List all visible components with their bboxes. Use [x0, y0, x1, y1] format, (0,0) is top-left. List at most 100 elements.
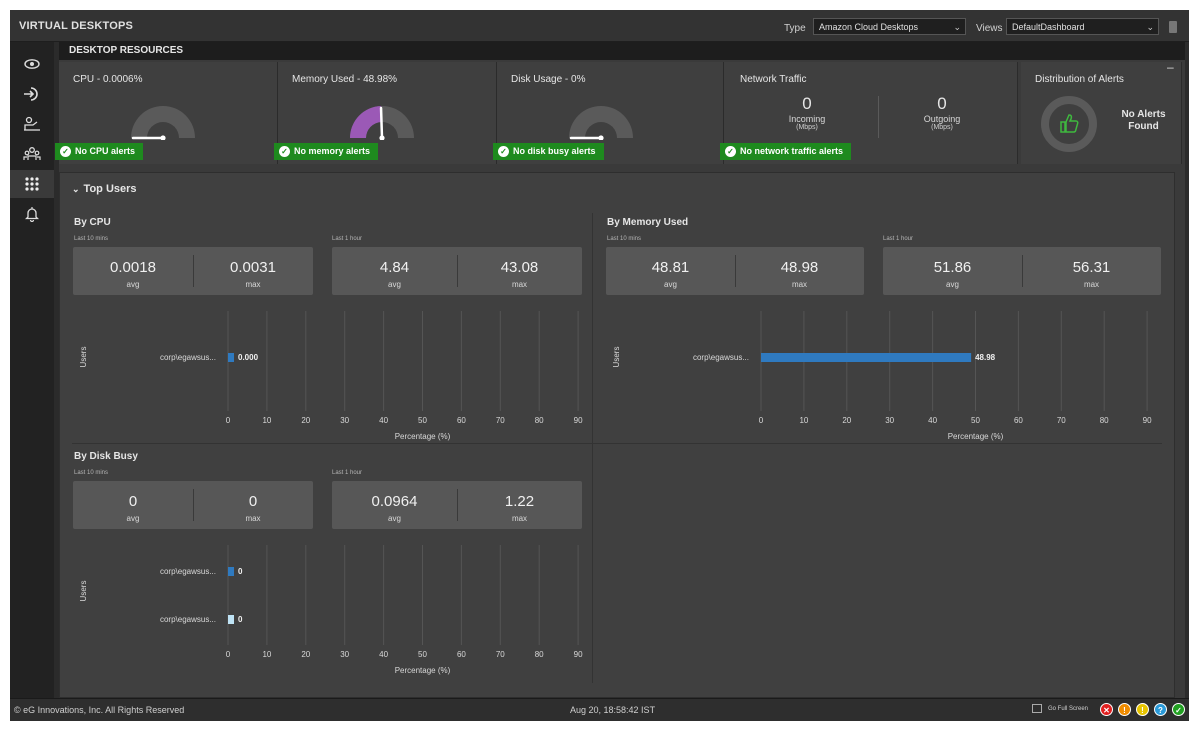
memory-max1: 48.98 [780, 259, 819, 276]
outgoing-unit: (Mbps) [931, 124, 953, 131]
memory-avg1: 48.81 [651, 259, 690, 276]
avg-label: avg [664, 280, 677, 289]
cpu-gauge [131, 106, 195, 140]
no-alerts-message: No Alerts Found [1111, 109, 1176, 133]
column-divider [592, 213, 593, 683]
by-cpu-title: By CPU [74, 217, 111, 228]
minor-icon[interactable]: ! [1136, 703, 1149, 716]
bell-icon [25, 207, 39, 222]
x-tick-label: 90 [1143, 416, 1152, 425]
fullscreen-label[interactable]: Go Full Screen [1048, 706, 1088, 712]
category-label: corp\egawsus... [693, 353, 749, 362]
memory-card[interactable]: Memory Used - 48.98% ✓ No memory alerts [274, 62, 496, 164]
thumbs-up-icon [1060, 114, 1079, 133]
bar [228, 615, 234, 624]
x-tick-label: 0 [226, 416, 231, 425]
check-icon: ✓ [279, 146, 290, 157]
normal-icon[interactable]: ✓ [1172, 703, 1185, 716]
check-icon: ✓ [498, 146, 509, 157]
category-label: corp\egawsus... [160, 615, 216, 624]
by-memory-title: By Memory Used [607, 217, 689, 228]
timestamp: Aug 20, 18:58:42 IST [570, 705, 656, 715]
disk-stat-1hour: 0.0964 avg 1.22 max [332, 481, 582, 529]
chevron-down-icon: ⌄ [1146, 22, 1154, 32]
collapse-icon[interactable]: – [1167, 60, 1174, 74]
x-tick-label: 50 [418, 416, 427, 425]
memory-stat-10min: 48.81 avg 48.98 max [606, 247, 864, 295]
disk-title: Disk Usage - 0% [511, 74, 586, 85]
incoming-metric: 0 Incoming (Mbps) [772, 94, 842, 131]
cpu-stat-10min: 0.0018 avg 0.0031 max [73, 247, 313, 295]
critical-icon[interactable]: ✕ [1100, 703, 1113, 716]
cpu-max1: 0.0031 [230, 259, 276, 276]
sidebar-item-desktops[interactable] [10, 110, 54, 138]
x-tick-label: 20 [301, 650, 310, 659]
disk-max2: 1.22 [504, 493, 535, 510]
memory-users-chart: 0102030405060708090100Percentage (%)User… [612, 311, 1152, 441]
chevron-down-icon: ⌄ [72, 184, 80, 194]
eye-icon [24, 59, 40, 69]
x-tick-label: 20 [842, 416, 851, 425]
app-window: VIRTUAL DESKTOPS Type Amazon Cloud Deskt… [10, 10, 1189, 721]
top-users-header[interactable]: ⌄ Top Users [72, 183, 137, 195]
x-tick-label: 70 [496, 650, 505, 659]
x-tick-label: 0 [226, 650, 231, 659]
x-tick-label: 80 [535, 416, 544, 425]
disk-card[interactable]: Disk Usage - 0% ✓ No disk busy alerts [493, 62, 723, 164]
bar [228, 353, 234, 362]
x-tick-label: 30 [340, 416, 349, 425]
no-alerts-line1: No Alerts [1121, 109, 1166, 120]
x-axis-label: Percentage (%) [948, 432, 1004, 441]
major-icon[interactable]: ! [1118, 703, 1131, 716]
sidebar-item-alerts[interactable] [10, 200, 54, 228]
memory-gauge [350, 106, 414, 140]
memory-title: Memory Used - 48.98% [292, 74, 398, 85]
x-tick-label: 70 [496, 416, 505, 425]
disk-badge-text: No disk busy alerts [513, 146, 596, 156]
sidebar-item-users[interactable] [10, 140, 54, 168]
x-tick-label: 60 [1014, 416, 1023, 425]
x-tick-label: 40 [379, 650, 388, 659]
x-tick-label: 60 [457, 650, 466, 659]
x-tick-label: 10 [262, 650, 271, 659]
cpu-period2: Last 1 hour [332, 236, 363, 242]
views-select[interactable]: DefaultDashboard ⌄ [1006, 18, 1159, 35]
type-select-value: Amazon Cloud Desktops [819, 22, 919, 32]
memory-max2: 56.31 [1072, 259, 1111, 276]
sidebar-item-logon[interactable] [10, 80, 54, 108]
cpu-avg2: 4.84 [379, 259, 410, 276]
y-axis-label: Users [79, 347, 88, 368]
x-tick-label: 70 [1057, 416, 1066, 425]
data-label: 48.98 [975, 353, 996, 362]
alerts-title: Distribution of Alerts [1035, 74, 1124, 85]
sidebar-item-dashboard[interactable] [10, 170, 54, 198]
sidebar-item-monitor[interactable] [10, 50, 54, 78]
divider [878, 96, 879, 138]
cpu-badge-text: No CPU alerts [75, 146, 136, 156]
top-users-inner: ⌄ Top Users By CPU Last 10 mins Last 1 ho… [59, 172, 1175, 698]
x-axis-label: Percentage (%) [395, 666, 451, 675]
max-label: max [245, 514, 261, 523]
sign-in-icon [24, 87, 38, 101]
outgoing-value: 0 [937, 94, 947, 113]
memory-period1: Last 10 mins [607, 236, 642, 242]
max-label: max [791, 280, 808, 289]
cpu-card[interactable]: CPU - 0.0006% ✓ No CPU alerts [55, 62, 277, 164]
cpu-avg1: 0.0018 [110, 259, 156, 276]
type-select[interactable]: Amazon Cloud Desktops ⌄ [813, 18, 966, 35]
x-tick-label: 10 [262, 416, 271, 425]
bar [761, 353, 972, 362]
network-card[interactable]: Network Traffic 0 Incoming (Mbps) 0 Outg… [720, 62, 1017, 164]
fullscreen-icon[interactable] [1032, 704, 1042, 713]
max-label: max [245, 280, 261, 289]
network-badge-text: No network traffic alerts [740, 146, 844, 156]
section-title: DESKTOP RESOURCES [59, 42, 1185, 60]
main-content: DESKTOP RESOURCES CPU - 0.0006% ✓ No CPU … [55, 42, 1185, 698]
alerts-card[interactable]: Distribution of Alerts – No Alerts Found [1021, 60, 1181, 164]
cpu-title: CPU - 0.0006% [73, 74, 143, 85]
memory-period2: Last 1 hour [883, 236, 914, 242]
x-tick-label: 80 [1100, 416, 1109, 425]
unknown-icon[interactable]: ? [1154, 703, 1167, 716]
export-icon[interactable] [1169, 21, 1177, 33]
memory-alert-badge: ✓ No memory alerts [274, 143, 379, 160]
